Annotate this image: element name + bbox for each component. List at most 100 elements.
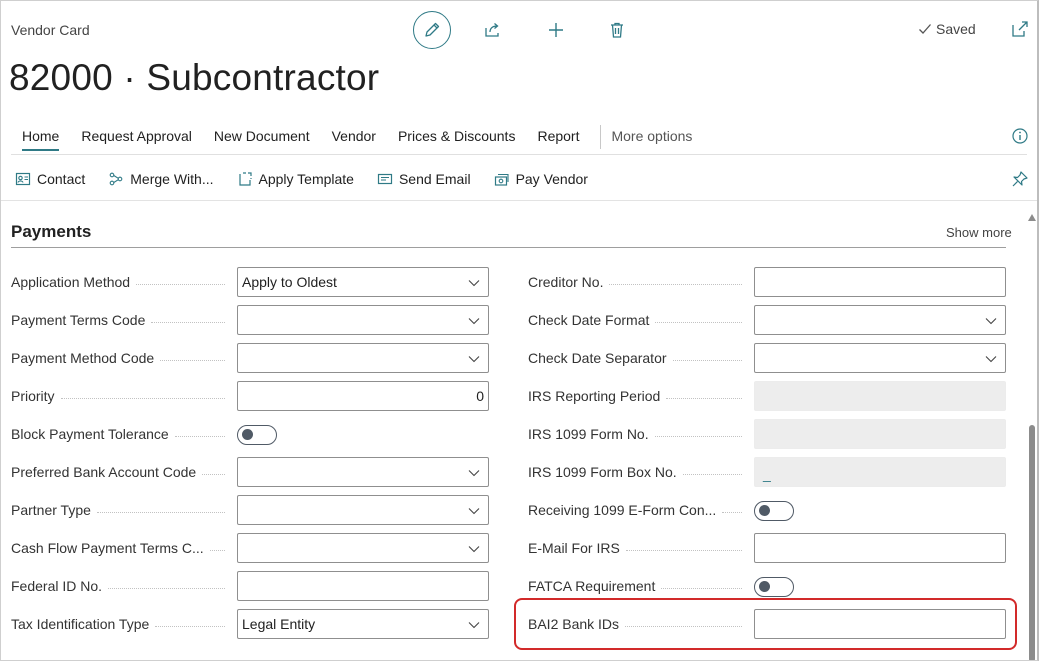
federal-id-no-input[interactable] bbox=[237, 571, 489, 601]
pay-vendor-icon bbox=[494, 171, 510, 187]
receiving-1099-eform-toggle[interactable] bbox=[754, 501, 794, 521]
tab-new-document[interactable]: New Document bbox=[203, 122, 321, 154]
fatca-requirement-toggle[interactable] bbox=[754, 577, 794, 597]
payment-terms-code-select[interactable] bbox=[237, 305, 489, 335]
field-irs-1099-form-box-no: IRS 1099 Form Box No. _ bbox=[528, 457, 1006, 487]
share-button[interactable] bbox=[483, 20, 503, 40]
field-tax-identification-type: Tax Identification Type Legal Entity bbox=[11, 609, 489, 639]
tab-home[interactable]: Home bbox=[11, 122, 70, 154]
chevron-down-icon bbox=[468, 356, 480, 363]
chevron-down-icon bbox=[468, 508, 480, 515]
application-method-select[interactable]: Apply to Oldest bbox=[237, 267, 489, 297]
email-for-irs-input[interactable] bbox=[754, 533, 1006, 563]
check-date-format-select[interactable] bbox=[754, 305, 1006, 335]
pin-action-bar-button[interactable] bbox=[1011, 170, 1029, 188]
apply-template-icon bbox=[237, 171, 253, 187]
toggle-knob bbox=[242, 429, 253, 440]
section-divider bbox=[11, 247, 1006, 248]
tab-more-options[interactable]: More options bbox=[611, 122, 703, 154]
field-label: Block Payment Tolerance bbox=[11, 419, 231, 449]
field-label: IRS Reporting Period bbox=[528, 381, 748, 411]
field-federal-id-no: Federal ID No. bbox=[11, 571, 489, 601]
vertical-scrollbar-thumb[interactable] bbox=[1029, 425, 1035, 660]
merge-with-action[interactable]: Merge With... bbox=[108, 167, 214, 191]
field-block-payment-tolerance: Block Payment Tolerance bbox=[11, 419, 489, 449]
field-irs-1099-form-no: IRS 1099 Form No. bbox=[528, 419, 1006, 449]
field-label: Check Date Format bbox=[528, 305, 748, 335]
right-field-column: Creditor No. Check Date Format Check Dat… bbox=[528, 267, 1006, 647]
field-cash-flow-payment-terms: Cash Flow Payment Terms C... bbox=[11, 533, 489, 563]
show-more-link[interactable]: Show more bbox=[946, 225, 1012, 240]
open-new-window-button[interactable] bbox=[1011, 20, 1031, 40]
action-tabs: Home Request Approval New Document Vendo… bbox=[11, 122, 703, 154]
irs-reporting-period-readonly bbox=[754, 381, 1006, 411]
tab-report[interactable]: Report bbox=[526, 122, 590, 154]
toggle-knob bbox=[759, 505, 770, 516]
creditor-no-input[interactable] bbox=[754, 267, 1006, 297]
new-button[interactable] bbox=[546, 20, 566, 40]
payment-method-code-select[interactable] bbox=[237, 343, 489, 373]
merge-icon bbox=[108, 171, 124, 187]
chevron-down-icon bbox=[468, 546, 480, 553]
field-partner-type: Partner Type bbox=[11, 495, 489, 525]
tab-prices-discounts[interactable]: Prices & Discounts bbox=[387, 122, 526, 154]
checkmark-icon bbox=[919, 24, 931, 34]
contact-action[interactable]: Contact bbox=[15, 167, 85, 191]
tab-vendor[interactable]: Vendor bbox=[321, 122, 387, 154]
field-irs-reporting-period: IRS Reporting Period bbox=[528, 381, 1006, 411]
irs-1099-form-no-readonly bbox=[754, 419, 1006, 449]
chevron-down-icon bbox=[468, 622, 480, 629]
chevron-down-icon bbox=[468, 470, 480, 477]
tax-identification-type-select[interactable]: Legal Entity bbox=[237, 609, 489, 639]
field-application-method: Application Method Apply to Oldest bbox=[11, 267, 489, 297]
send-email-action[interactable]: Send Email bbox=[377, 167, 471, 191]
field-check-date-separator: Check Date Separator bbox=[528, 343, 1006, 373]
tab-divider bbox=[600, 125, 602, 149]
apply-template-action[interactable]: Apply Template bbox=[237, 167, 354, 191]
section-title-payments: Payments bbox=[11, 222, 92, 241]
cash-flow-payment-terms-select[interactable] bbox=[237, 533, 489, 563]
field-label: Partner Type bbox=[11, 495, 231, 525]
pencil-icon bbox=[425, 22, 440, 37]
irs-1099-form-box-no-value[interactable]: _ bbox=[763, 466, 771, 482]
field-receiving-1099-eform: Receiving 1099 E-Form Con... bbox=[528, 495, 1006, 525]
field-label: Federal ID No. bbox=[11, 571, 231, 601]
share-icon bbox=[485, 23, 499, 37]
chevron-down-icon bbox=[985, 318, 997, 325]
info-button[interactable] bbox=[1011, 127, 1029, 145]
open-in-new-window-icon bbox=[1012, 21, 1028, 37]
irs-1099-form-box-no-readonly[interactable]: _ bbox=[754, 457, 1006, 487]
application-method-value: Apply to Oldest bbox=[242, 274, 337, 290]
pin-icon bbox=[1012, 171, 1028, 187]
field-preferred-bank-account-code: Preferred Bank Account Code bbox=[11, 457, 489, 487]
scroll-up-arrow[interactable] bbox=[1028, 214, 1036, 221]
check-date-separator-select[interactable] bbox=[754, 343, 1006, 373]
info-icon bbox=[1012, 128, 1028, 144]
tax-identification-type-value: Legal Entity bbox=[242, 616, 316, 632]
field-label: FATCA Requirement bbox=[528, 571, 748, 601]
vendor-card-window: Vendor Card 82000 · Subcontractor Saved bbox=[0, 0, 1039, 661]
email-icon bbox=[377, 171, 393, 187]
chevron-down-icon bbox=[985, 356, 997, 363]
pay-vendor-action[interactable]: Pay Vendor bbox=[494, 167, 588, 191]
edit-button[interactable] bbox=[413, 11, 451, 49]
chevron-down-icon bbox=[468, 280, 480, 287]
field-label: Cash Flow Payment Terms C... bbox=[11, 533, 231, 563]
pay-vendor-action-label: Pay Vendor bbox=[515, 171, 588, 187]
merge-with-action-label: Merge With... bbox=[130, 171, 214, 187]
preferred-bank-account-code-select[interactable] bbox=[237, 457, 489, 487]
field-label: Application Method bbox=[11, 267, 231, 297]
toggle-knob bbox=[759, 581, 770, 592]
partner-type-select[interactable] bbox=[237, 495, 489, 525]
block-payment-tolerance-toggle[interactable] bbox=[237, 425, 277, 445]
chevron-down-icon bbox=[468, 318, 480, 325]
field-check-date-format: Check Date Format bbox=[528, 305, 1006, 335]
priority-input[interactable]: 0 bbox=[237, 381, 489, 411]
field-creditor-no: Creditor No. bbox=[528, 267, 1006, 297]
action-bar-divider bbox=[1, 200, 1037, 201]
field-label: Payment Terms Code bbox=[11, 305, 231, 335]
field-label: IRS 1099 Form No. bbox=[528, 419, 748, 449]
field-label: Creditor No. bbox=[528, 267, 748, 297]
tab-request-approval[interactable]: Request Approval bbox=[70, 122, 203, 154]
delete-button[interactable] bbox=[607, 20, 627, 40]
